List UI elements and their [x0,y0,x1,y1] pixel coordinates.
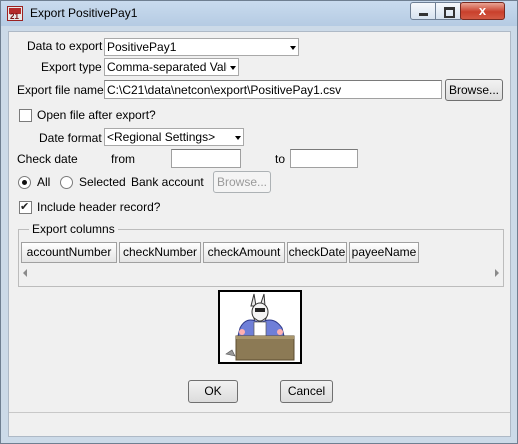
include-header-record-label: Include header record? [37,200,161,214]
export-type-value: Comma-separated Valu [107,60,227,74]
export-type-select[interactable]: Comma-separated Valu [104,58,239,76]
check-date-from-label: from [111,152,135,166]
browse-file-button[interactable]: Browse... [445,79,503,101]
date-format-value: <Regional Settings> [107,130,216,144]
column-header-accountNumber[interactable]: accountNumber [21,242,117,263]
open-file-after-export-label: Open file after export? [37,108,156,122]
check-date-from-input[interactable] [171,149,241,168]
export-columns-title: Export columns [29,222,118,236]
scroll-left-icon[interactable] [23,269,27,277]
dialog-body: Data to export PositivePay1 Export type … [8,31,511,437]
bank-account-selected-radio[interactable] [60,176,73,189]
cancel-button[interactable]: Cancel [280,380,333,403]
check-date-to-label: to [275,152,286,166]
columns-horizontal-scrollbar[interactable] [21,266,501,281]
check-date-to-input[interactable] [290,149,358,168]
date-format-select[interactable]: <Regional Settings> [104,128,244,146]
export-file-name-input[interactable]: C:\C21\data\netcon\export\PositivePay1.c… [104,80,442,99]
bank-account-all-label: All [37,175,51,189]
chevron-down-icon [233,129,243,145]
column-header-payeeName[interactable]: payeeName [349,242,419,263]
minimize-button[interactable] [410,2,436,20]
column-header-checkAmount[interactable]: checkAmount [203,242,285,263]
data-to-export-label: Data to export [27,39,103,53]
status-bar [9,412,510,413]
check-date-label: Check date [17,152,78,166]
include-header-record-checkbox[interactable] [19,200,32,214]
chevron-down-icon [228,59,238,75]
date-format-label: Date format [39,131,102,145]
export-file-name-value: C:\C21\data\netcon\export\PositivePay1.c… [107,83,342,97]
bank-account-label: Bank account [131,175,204,189]
window-title: Export PositivePay1 [30,6,138,20]
column-header-checkNumber[interactable]: checkNumber [119,242,201,263]
export-dialog-window: 21 Export PositivePay1 x Data to export … [0,0,518,444]
column-header-checkDate[interactable]: checkDate [287,242,347,263]
mascot-illustration [220,292,300,362]
app-icon: 21 [7,6,23,21]
chevron-down-icon [288,39,298,55]
browse-bank-account-button[interactable]: Browse... [213,171,271,193]
export-type-label: Export type [41,60,102,74]
open-file-after-export-checkbox[interactable] [19,109,32,122]
title-bar[interactable]: 21 Export PositivePay1 x [1,1,517,26]
data-to-export-select[interactable]: PositivePay1 [104,38,299,56]
bank-account-selected-label: Selected [79,175,126,189]
maximize-button[interactable] [435,2,461,20]
scroll-right-icon[interactable] [495,269,499,277]
close-icon: x [478,3,487,18]
export-file-name-label: Export file name [17,83,104,97]
data-to-export-value: PositivePay1 [107,40,177,54]
close-button[interactable]: x [460,2,505,20]
bank-account-all-radio[interactable] [18,176,31,189]
ok-button[interactable]: OK [188,380,238,403]
mascot-image [218,290,302,364]
